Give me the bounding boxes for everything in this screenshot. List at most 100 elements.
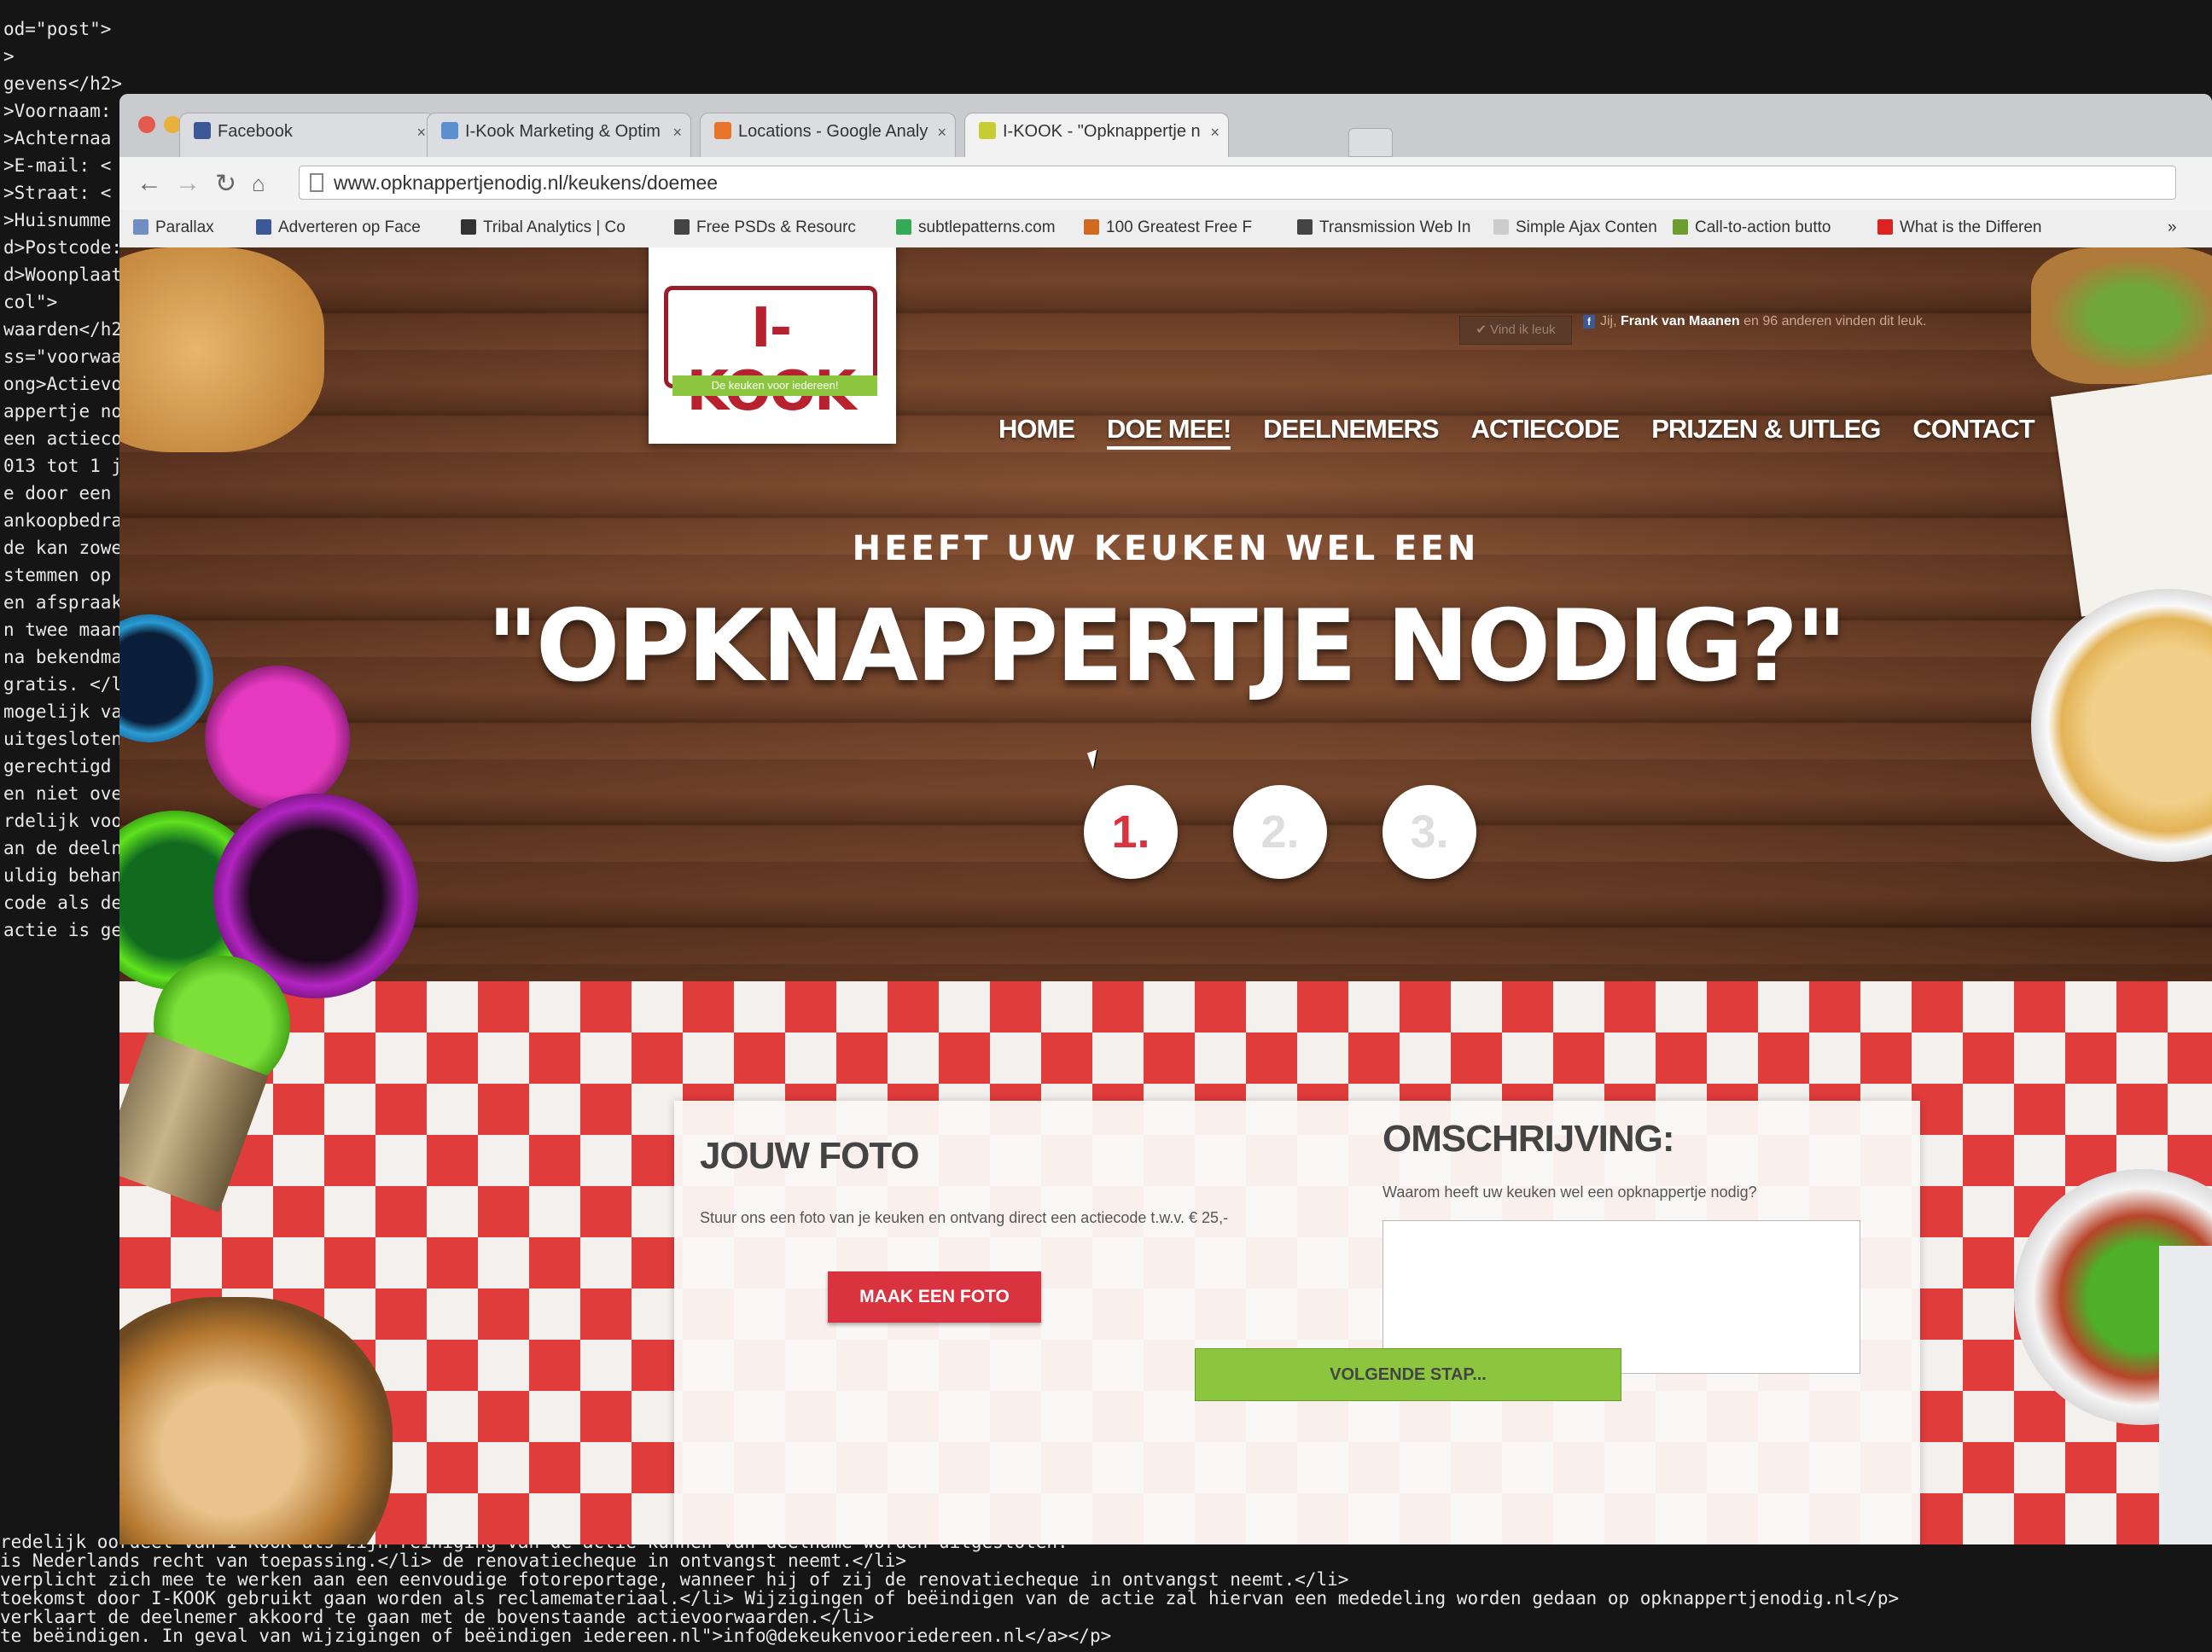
nav-item-5[interactable]: PRIJZEN & UITLEG (1651, 414, 1881, 450)
nav-item-4[interactable]: ACTIECODE (1471, 414, 1621, 450)
bookmark-4[interactable]: Free PSDs & Resourc (674, 218, 856, 237)
bookmark-5[interactable]: subtlepatterns.com (896, 218, 1056, 237)
photo-description: Stuur ons een foto van je keuken en ontv… (700, 1209, 1229, 1226)
close-tab-icon[interactable]: × (1210, 124, 1220, 142)
code-line: >Voornaam: (3, 101, 112, 121)
code-line: verklaart de deelnemer akkoord te gaan m… (0, 1607, 875, 1627)
croissant-image (119, 247, 324, 452)
hero-subtitle: HEEFT UW KEUKEN WEL EEN (852, 529, 1480, 568)
logo-text: I-KOOK (686, 297, 856, 423)
bookmark-label: Parallax (155, 218, 214, 236)
url-text: www.opknappertjenodig.nl/keukens/doemee (334, 172, 719, 194)
reload-icon[interactable]: ↻ (215, 169, 236, 199)
code-line: d>Woonplaat (3, 265, 123, 285)
marketing-icon (441, 122, 458, 139)
folder-icon (133, 219, 148, 235)
description-heading: OMSCHRIJVING: (1382, 1118, 1674, 1160)
code-line: d>Postcode: (3, 237, 123, 258)
page-icon (1493, 219, 1509, 235)
code-line: od="post"> (3, 19, 112, 39)
nav-item-1[interactable]: HOME (998, 414, 1075, 450)
fb-social-name[interactable]: Frank van Maanen (1621, 314, 1740, 329)
tab-label: I-KOOK - "Opknappertje n (1003, 122, 1201, 141)
minimize-window-button[interactable] (164, 116, 181, 133)
bookmark-label: Simple Ajax Conten (1516, 218, 1657, 236)
bookmark-label: subtlepatterns.com (918, 218, 1056, 236)
photo-heading: JOUW FOTO (700, 1135, 920, 1177)
tab-3[interactable]: Locations - Google Analy × (700, 113, 956, 157)
tab-bar: Facebook × I-Kook Marketing & Optim × Locati… (119, 94, 2212, 157)
code-line: > (3, 46, 15, 67)
step-3-circle[interactable]: 3. (1382, 785, 1476, 879)
pattern-icon (896, 219, 911, 235)
description-question: Waarom heeft uw keuken wel een opknapper… (1382, 1184, 1757, 1201)
facebook-icon (256, 219, 271, 235)
close-window-button[interactable] (138, 116, 155, 133)
browser-window: Facebook × I-Kook Marketing & Optim × Locati… (119, 94, 2212, 1544)
bookmark-label: Adverteren op Face (278, 218, 421, 236)
tab-label: I-Kook Marketing & Optim (465, 122, 661, 141)
take-photo-button[interactable]: MAAK EEN FOTO (828, 1271, 1041, 1323)
facebook-icon: f (1583, 315, 1595, 329)
bookmark-6[interactable]: 100 Greatest Free F (1084, 218, 1252, 237)
bookmark-2[interactable]: Adverteren op Face (256, 218, 421, 237)
new-tab-button[interactable] (1348, 128, 1393, 157)
step-1-circle[interactable]: 1. (1084, 785, 1178, 879)
facebook-like-button[interactable]: ✔ Vind ik leuk (1459, 316, 1572, 345)
bookmark-label: Free PSDs & Resourc (696, 218, 856, 236)
code-line: >Straat: < (3, 183, 112, 203)
code-line: >E-mail: < (3, 155, 112, 176)
logo-speech-bubble: I-KOOK (664, 286, 877, 423)
close-tab-icon[interactable]: × (416, 124, 426, 142)
step-2-circle[interactable]: 2. (1233, 785, 1327, 879)
nav-item-3[interactable]: DEELNEMERS (1263, 414, 1439, 450)
ikook-icon (979, 122, 996, 139)
facebook-icon (194, 122, 211, 139)
back-arrow-icon[interactable]: ← (137, 169, 162, 198)
bookmark-8[interactable]: Simple Ajax Conten (1493, 218, 1657, 237)
tribal-icon (461, 219, 476, 235)
bookmark-1[interactable]: Parallax (133, 218, 214, 237)
nav-item-6[interactable]: CONTACT (1912, 414, 2034, 450)
page-icon (310, 173, 323, 192)
code-line: gevens</h2> (3, 73, 123, 94)
red-dot-icon (1877, 219, 1893, 235)
nav-item-2[interactable]: DOE MEE! (1107, 414, 1231, 450)
code-line: >Huisnumme (3, 210, 112, 230)
transmission-icon (1297, 219, 1313, 235)
bookmark-3[interactable]: Tribal Analytics | Co (461, 218, 626, 237)
bookmark-label: Call-to-action butto (1695, 218, 1831, 236)
form-card: JOUW FOTO Stuur ons een foto van je keuk… (674, 1101, 1920, 1544)
bookmark-label: Transmission Web In (1319, 218, 1471, 236)
code-line: waarden</h2> (3, 319, 133, 340)
bookmark-7[interactable]: Transmission Web In (1297, 218, 1470, 237)
forward-arrow-icon[interactable]: → (175, 169, 201, 198)
browser-toolbar: ← → ↻ ⌂ www.opknappertjenodig.nl/keukens… (119, 157, 2212, 210)
bookmark-label: What is the Differen (1900, 218, 2042, 236)
bookmark-9[interactable]: Call-to-action butto (1673, 218, 1831, 237)
fb-social-suffix: en 96 anderen vinden dit leuk. (1743, 314, 1927, 329)
code-line: te beëindigen. In geval van wijzigingen … (0, 1626, 1112, 1646)
bookmark-10[interactable]: What is the Differen (1877, 218, 2042, 237)
bookmarks-overflow-icon[interactable]: » (2168, 218, 2177, 237)
bookmarks-bar: Parallax Adverteren op Face Tribal Analyti… (119, 210, 2212, 248)
tab-label: Locations - Google Analy (738, 122, 928, 141)
sandwich-image (2031, 247, 2212, 384)
address-bar[interactable]: www.opknappertjenodig.nl/keukens/doemee (299, 166, 2176, 200)
site-logo[interactable]: I-KOOK De keuken voor iedereen! (649, 247, 896, 444)
code-line: col"> (3, 292, 58, 312)
close-tab-icon[interactable]: × (672, 124, 682, 142)
bookmark-label: 100 Greatest Free F (1106, 218, 1253, 236)
code-line: verplicht zich mee te werken aan een een… (0, 1569, 1349, 1590)
code-line: is Nederlands recht van toepassing.</li>… (0, 1550, 907, 1571)
logo-tagline: De keuken voor iedereen! (672, 375, 877, 396)
home-icon[interactable]: ⌂ (252, 171, 265, 197)
step-indicator: 1. 2. 3. (1084, 785, 1476, 879)
tab-4[interactable]: I-KOOK - "Opknappertje n × (964, 113, 1229, 157)
chat-sidebar-panel (2159, 1246, 2212, 1544)
close-tab-icon[interactable]: × (937, 124, 946, 142)
next-step-button[interactable]: VOLGENDE STAP... (1195, 1348, 1621, 1401)
tab-2[interactable]: I-Kook Marketing & Optim × (427, 113, 691, 157)
tab-1[interactable]: Facebook × (179, 113, 435, 157)
facebook-social-context: f Jij, Frank van Maanen en 96 anderen vin… (1583, 314, 1926, 329)
